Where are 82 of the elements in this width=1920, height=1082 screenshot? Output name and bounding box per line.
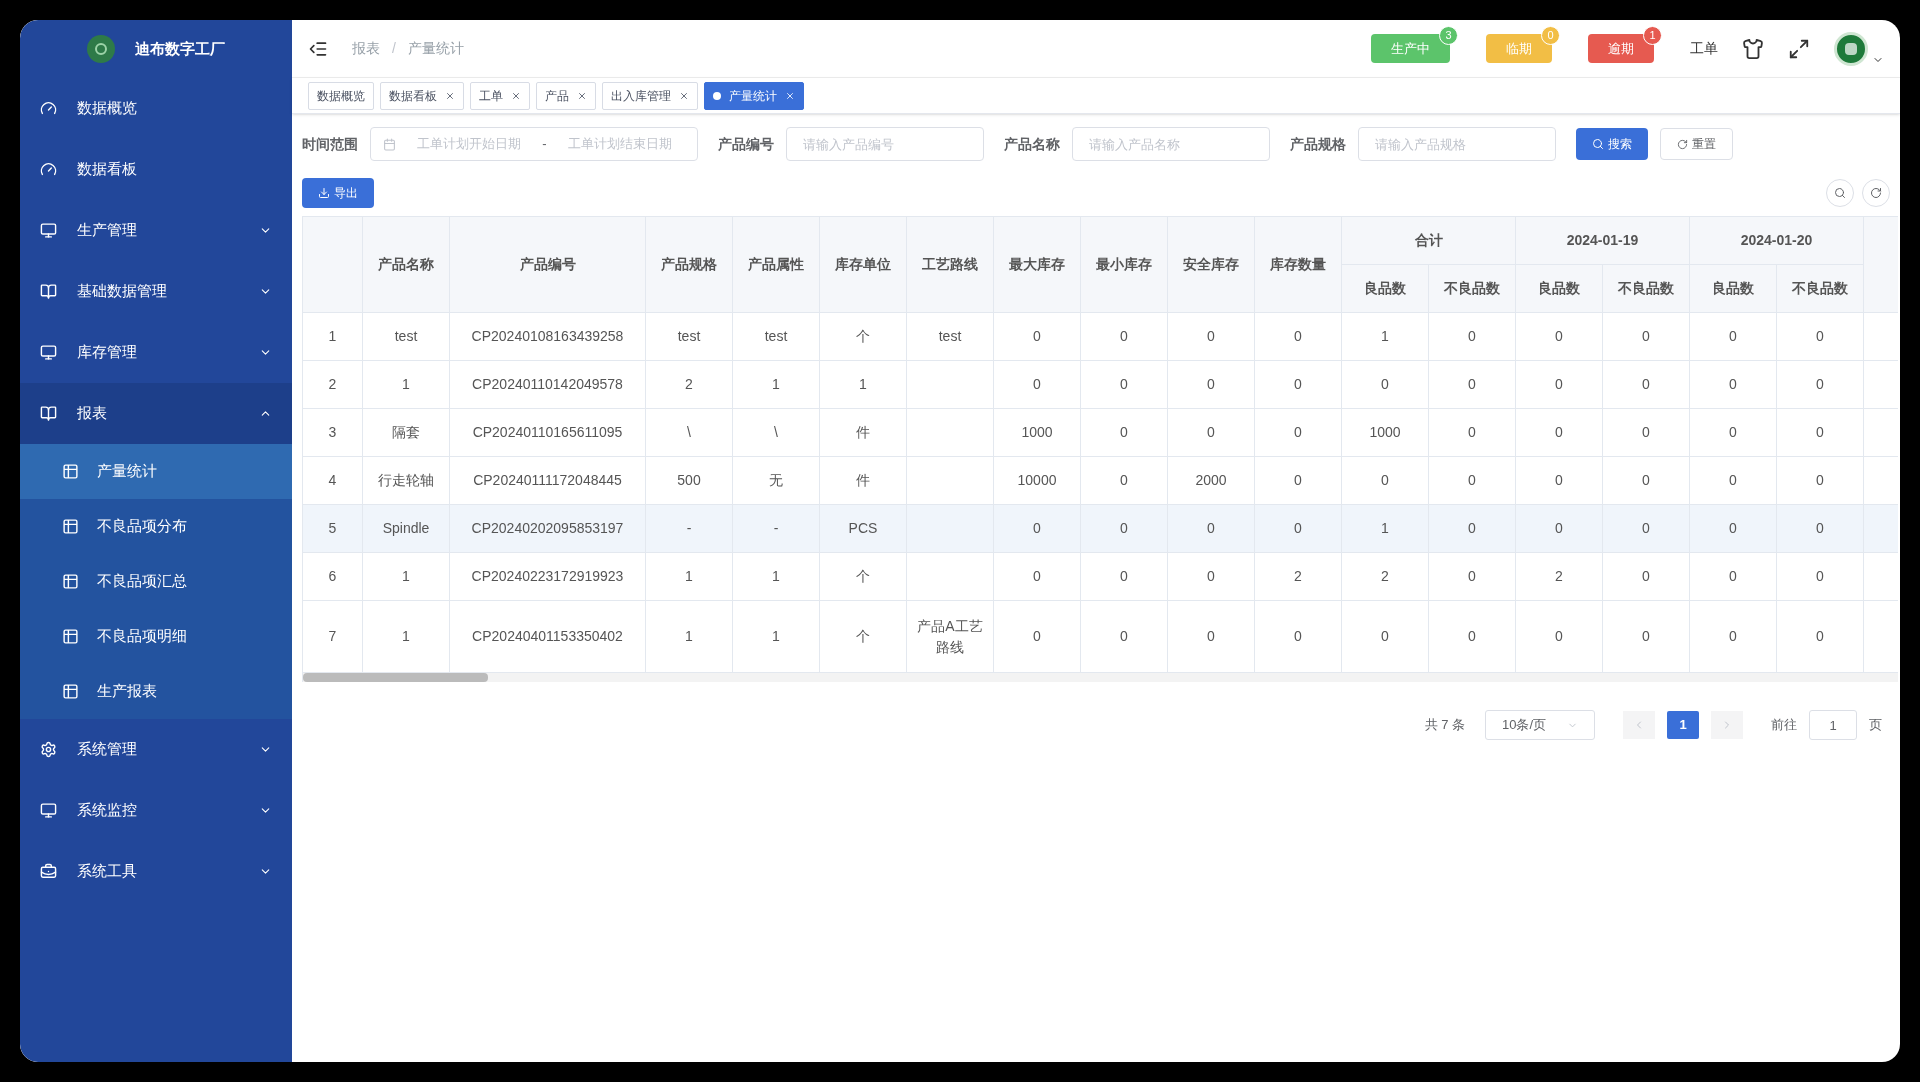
table-row[interactable]: 2 1 CP20240110142049578 2 1 1 0 0 0 0 0 0 0 0 0 0: [303, 361, 1898, 409]
fullscreen-icon[interactable]: [1788, 37, 1810, 60]
page-tab[interactable]: 工单: [470, 81, 530, 110]
settings-icon: [40, 741, 57, 758]
logo-icon: [87, 35, 115, 63]
page-input[interactable]: 1: [1809, 710, 1857, 740]
filter-label: 产品规格: [1290, 134, 1346, 154]
header-link[interactable]: 工单: [1690, 38, 1718, 59]
shirt-icon[interactable]: [1742, 37, 1764, 60]
menu-item[interactable]: 数据概览: [20, 78, 292, 139]
submenu-item[interactable]: 不良品项分布: [20, 499, 292, 554]
close-icon[interactable]: [785, 90, 795, 101]
page-tab[interactable]: 产品: [536, 81, 596, 110]
table-row[interactable]: 1 test CP20240108163439258 test test 个 test 0 0 0 0 1 0 0 0 0 0: [303, 313, 1898, 361]
monitor-icon: [40, 344, 57, 361]
page-button[interactable]: 1: [1667, 711, 1699, 739]
reset-button[interactable]: 重置: [1660, 128, 1733, 160]
filter-label: 产品名称: [1004, 134, 1060, 154]
submenu-item[interactable]: 生产报表: [20, 664, 292, 719]
menu-item[interactable]: 系统监控: [20, 780, 292, 841]
download-icon: [318, 187, 330, 199]
page-size-select[interactable]: 10条/页: [1485, 710, 1595, 740]
table-cell: 2024-01-19: [1516, 217, 1690, 265]
book-icon: [40, 405, 57, 422]
page-tab[interactable]: 数据看板: [380, 81, 464, 110]
count-badge: 1: [1643, 26, 1662, 45]
menu-item[interactable]: 库存管理: [20, 322, 292, 383]
submenu-item[interactable]: 不良品项明细: [20, 609, 292, 664]
table-cell: 2024-01-20: [1690, 217, 1864, 265]
input-field[interactable]: 请输入产品名称: [1072, 127, 1270, 161]
search-icon: [1592, 138, 1604, 150]
close-icon[interactable]: [445, 90, 455, 101]
table-row[interactable]: 3 隔套 CP20240110165611095 \ \ 件 1000 0 0 0 1000 0 0 0 0 0: [303, 409, 1898, 457]
close-icon[interactable]: [577, 90, 587, 101]
filter-label: 产品编号: [718, 134, 774, 154]
scrollbar-thumb[interactable]: [303, 673, 488, 682]
monitor-icon: [40, 802, 57, 819]
filter-label: 时间范围: [302, 134, 358, 154]
page-tab[interactable]: 出入库管理: [602, 81, 698, 110]
total-count: 共 7 条: [1424, 716, 1465, 735]
gauge-icon: [40, 100, 57, 117]
submenu-item[interactable]: 产量统计: [20, 444, 292, 499]
input-field[interactable]: 请输入产品编号: [786, 127, 984, 161]
search-button[interactable]: 搜索: [1576, 128, 1648, 160]
date-range-field[interactable]: 工单计划开始日期 - 工单计划结束日期: [370, 127, 698, 161]
menu-item[interactable]: 数据看板: [20, 139, 292, 200]
gauge-icon: [40, 161, 57, 178]
count-badge: 0: [1541, 26, 1560, 45]
table-icon: [62, 683, 79, 700]
submenu-item[interactable]: 不良品项汇总: [20, 554, 292, 609]
export-button[interactable]: 导出: [302, 178, 374, 208]
book-icon: [40, 283, 57, 300]
table-row[interactable]: 6 1 CP20240223172919923 1 1 个 0 0 0 2 2 0 2 0 0 0: [303, 553, 1898, 601]
menu-item[interactable]: 报表: [20, 383, 292, 444]
close-icon[interactable]: [679, 90, 689, 101]
avatar[interactable]: [1834, 31, 1868, 66]
close-icon[interactable]: [511, 90, 521, 101]
menu-item[interactable]: 基础数据管理: [20, 261, 292, 322]
monitor-icon: [40, 222, 57, 239]
table-icon: [62, 573, 79, 590]
menu-item[interactable]: 生产管理: [20, 200, 292, 261]
page-suffix: 页: [1869, 716, 1882, 735]
calendar-icon: [383, 137, 396, 151]
breadcrumb-separator: /: [392, 39, 396, 58]
table-row[interactable]: 7 1 CP20240401153350402 1 1 个 产品A工艺路线 0 0 0 0 0 0 0 0 0 0: [303, 601, 1898, 673]
table-row[interactable]: 5 Spindle CP20240202095853197 - - PCS 0 0 0 0 1 0 0 0 0 0: [303, 505, 1898, 553]
refresh-icon: [1677, 138, 1688, 150]
table-row[interactable]: 4 行走轮轴 CP20240111172048445 500 无 件 10000 0 2000 0 0 0 0 0 0 0: [303, 457, 1898, 505]
page-tab[interactable]: 数据概览: [308, 81, 374, 110]
table-cell: 合计: [1342, 217, 1516, 265]
goto-label: 前往: [1771, 716, 1797, 735]
input-field[interactable]: 请输入产品规格: [1358, 127, 1556, 161]
table-icon: [62, 628, 79, 645]
breadcrumb-item: 产量统计: [407, 39, 464, 58]
menu-item[interactable]: 系统管理: [20, 719, 292, 780]
table-icon: [62, 463, 79, 480]
page-tab[interactable]: 产量统计: [704, 81, 804, 110]
toolbox-icon: [40, 863, 57, 880]
count-badge: 3: [1439, 26, 1458, 45]
table-icon: [62, 518, 79, 535]
app-title: 迪布数字工厂: [135, 38, 225, 59]
menu-item[interactable]: 系统工具: [20, 841, 292, 902]
